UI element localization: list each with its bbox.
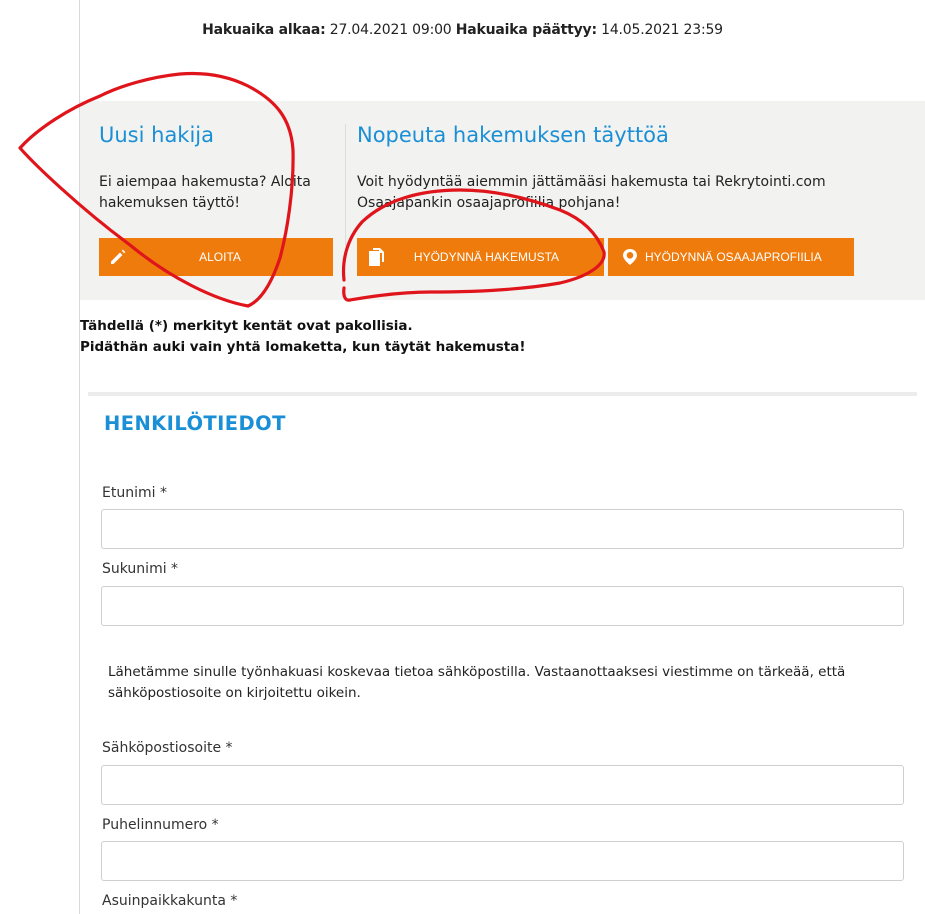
email-info-text: Lähetämme sinulle työnhakuasi koskevaa t… [108, 664, 846, 701]
column-divider [345, 124, 346, 246]
period-end-label: Hakuaika päättyy: [455, 22, 597, 38]
speed-up-title: Nopeuta hakemuksen täyttöä [357, 123, 669, 147]
new-applicant-title: Uusi hakija [99, 123, 215, 147]
start-application-panel: Uusi hakija Ei aiempaa hakemusta? Aloita… [80, 101, 925, 300]
first-name-label: Etunimi * [102, 485, 167, 501]
period-start-value: 27.04.2021 09:00 [329, 22, 452, 38]
form-notes: Tähdellä (*) merkityt kentät ovat pakoll… [80, 316, 526, 358]
pencil-icon [109, 248, 127, 266]
start-button-label: ALOITA [199, 250, 241, 264]
use-application-button[interactable]: HYÖDYNNÄ HAKEMUSTA [357, 238, 604, 276]
personal-info-heading: HENKILÖTIEDOT [104, 412, 286, 435]
last-name-field[interactable] [101, 586, 904, 626]
city-label: Asuinpaikkakunta * [102, 893, 238, 909]
period-end-value: 14.05.2021 23:59 [601, 22, 723, 38]
single-form-note: Pidäthän auki vain yhtä lomaketta, kun t… [80, 339, 526, 355]
copy-document-icon [368, 247, 386, 267]
use-application-label: HYÖDYNNÄ HAKEMUSTA [413, 250, 560, 264]
email-label: Sähköpostiosoite * [102, 740, 233, 756]
phone-label: Puhelinnumero * [102, 817, 219, 833]
section-divider [88, 392, 917, 396]
application-period: Hakuaika alkaa: 27.04.2021 09:00 Hakuaik… [0, 22, 925, 38]
first-name-field[interactable] [101, 509, 904, 549]
location-pin-icon [622, 248, 638, 266]
use-profile-label: HYÖDYNNÄ OSAAJAPROFIILIA [645, 250, 822, 264]
required-fields-note: Tähdellä (*) merkityt kentät ovat pakoll… [80, 318, 413, 334]
use-profile-button[interactable]: HYÖDYNNÄ OSAAJAPROFIILIA [608, 238, 854, 276]
start-button[interactable]: ALOITA [99, 238, 333, 276]
email-field[interactable] [101, 765, 904, 805]
last-name-label: Sukunimi * [102, 561, 179, 577]
speed-up-text: Voit hyödyntää aiemmin jättämääsi hakemu… [357, 174, 826, 211]
period-start-label: Hakuaika alkaa: [202, 22, 326, 38]
phone-field[interactable] [101, 841, 904, 881]
new-applicant-text: Ei aiempaa hakemusta? Aloita hakemuksen … [99, 174, 311, 211]
